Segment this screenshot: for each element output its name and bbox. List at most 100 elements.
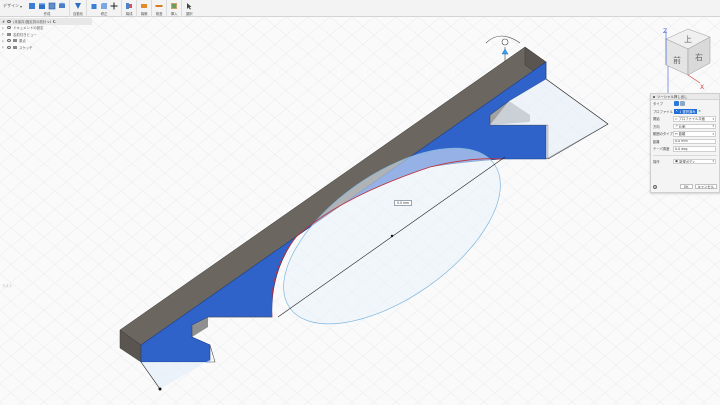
toolbar-group-construct[interactable]: 構築 xyxy=(137,0,153,17)
dialog-divider xyxy=(653,154,717,156)
direction-arrow-icon: ↗ xyxy=(675,124,678,129)
browser-item[interactable]: ▷ スケッチ xyxy=(0,44,92,51)
viewport-side-label: ラスト xyxy=(2,284,13,288)
sketch-icon[interactable] xyxy=(38,2,46,10)
toolbar-group-automate[interactable]: 自動化 xyxy=(70,0,88,17)
x-axis-label: X xyxy=(700,84,704,91)
folder-icon xyxy=(7,32,11,36)
toolbar-group-insert[interactable]: 挿入 xyxy=(167,0,183,17)
toolbar-group-create[interactable]: 作成 xyxy=(25,0,71,17)
viewcube[interactable]: 上 前 右 Z X xyxy=(648,27,718,91)
cancel-button[interactable]: キャンセル xyxy=(694,183,717,190)
dialog-row-direction: 方向 ↗ 片側 ▾ xyxy=(651,123,719,131)
cursor-arrow-icon: ↖ xyxy=(675,109,679,114)
toolbar-group-modify[interactable]: 修正 xyxy=(87,0,123,17)
folder-icon xyxy=(13,39,17,43)
visibility-eye-icon[interactable] xyxy=(7,19,11,23)
selection-chip-text: 1 選択済み xyxy=(679,109,696,114)
help-icon[interactable]: i xyxy=(653,184,657,189)
taper-angle-field[interactable]: 0.0 deg xyxy=(673,146,716,152)
cylinder-icon[interactable] xyxy=(58,2,66,10)
dialog-row-start: 開始 ▱ プロファイル平面 ▾ xyxy=(651,115,719,123)
chevron-down-icon: ▾ xyxy=(712,131,714,136)
field-value: 0.0 mm xyxy=(675,139,688,144)
dialog-row-taper: テーパ角度 0.0 deg xyxy=(651,145,719,153)
assemble-icon[interactable] xyxy=(125,2,133,10)
dialog-row-extent-type: 範囲のタイプ ↔ 距離 ▾ xyxy=(651,130,719,138)
expand-triangle-icon[interactable]: ▷ xyxy=(2,39,5,43)
selection-chip[interactable]: ↖ 1 選択済み xyxy=(674,109,698,114)
extrude-type-icon[interactable] xyxy=(674,101,679,107)
folder-icon xyxy=(13,45,17,49)
dialog-collapse-icon[interactable] xyxy=(653,95,655,98)
viewcube-front-label: 前 xyxy=(673,55,681,65)
3d-viewport[interactable] xyxy=(0,17,720,405)
distance-input[interactable]: 0.0 mm xyxy=(394,200,413,206)
profile-selection[interactable]: ↖ 1 選択済み ✕ xyxy=(673,109,716,115)
type-selector xyxy=(673,101,716,107)
automate-icon[interactable] xyxy=(74,2,82,10)
distance-icon: ↔ xyxy=(675,131,678,136)
workspace-label: デザイン xyxy=(3,3,19,8)
toolbar-group-inspect[interactable]: 検査 xyxy=(152,0,168,17)
expand-triangle-icon[interactable]: ▷ xyxy=(2,26,5,30)
ok-button[interactable]: OK xyxy=(679,183,693,190)
chevron-down-icon: ▾ xyxy=(712,124,714,129)
center-point xyxy=(390,234,394,238)
browser-item-label: ドキュメントの設定 xyxy=(13,26,44,31)
expand-triangle-icon[interactable]: ▷ xyxy=(2,32,5,36)
dialog-row-label: 開始 xyxy=(653,117,660,122)
active-badge-icon: ● xyxy=(53,19,57,23)
browser-item-label: 原点 xyxy=(19,39,26,44)
sketch-point[interactable] xyxy=(158,387,162,391)
dropdown-value: 距離 xyxy=(678,132,686,137)
visibility-eye-icon[interactable] xyxy=(7,45,11,49)
toolbar-group-label: 自動化 xyxy=(73,12,84,16)
clear-selection-icon[interactable]: ✕ xyxy=(698,109,701,113)
viewport-canvas[interactable] xyxy=(0,17,720,405)
dialog-row-label: 距離 xyxy=(653,139,660,144)
select-icon[interactable] xyxy=(185,2,193,10)
dialog-row-label: 範囲のタイプ xyxy=(653,132,673,137)
fillet-icon[interactable] xyxy=(100,2,108,10)
toolbar-group-label: 修正 xyxy=(100,12,108,16)
viewcube-right-label: 右 xyxy=(695,52,703,62)
toolbar-group-label: 選択 xyxy=(185,12,193,16)
dialog-row-operation: 操作 ▣ 新規ボディ ▾ xyxy=(651,158,719,166)
workspace-switcher[interactable]: デザイン ▾ xyxy=(0,0,25,10)
construct-icon[interactable] xyxy=(140,2,148,10)
box-icon[interactable] xyxy=(48,2,56,10)
chevron-down-icon: ▾ xyxy=(712,159,714,164)
browser-panel: ◢ (未保存)固定具の設計 v1 ● ▷ ドキュメントの設定 ▷ 名前付きビュー… xyxy=(0,18,92,68)
move-icon[interactable] xyxy=(110,2,118,10)
new-component-icon[interactable] xyxy=(28,2,36,10)
toolbar-group-select[interactable]: 選択 xyxy=(182,0,196,17)
thin-extrude-type-icon[interactable] xyxy=(680,101,685,107)
field-value: 0.0 deg xyxy=(675,146,688,151)
operation-dropdown[interactable]: ▣ 新規ボディ ▾ xyxy=(673,158,716,164)
x-axis-indicator xyxy=(687,74,701,84)
press-pull-icon[interactable] xyxy=(90,2,98,10)
new-body-icon: ▣ xyxy=(675,159,679,164)
insert-icon[interactable] xyxy=(170,2,178,10)
collapse-triangle-icon[interactable]: ◢ xyxy=(2,19,5,23)
direction-dropdown[interactable]: ↗ 片側 ▾ xyxy=(673,123,716,129)
extent-type-dropdown[interactable]: ↔ 距離 ▾ xyxy=(673,131,716,137)
plane-icon: ▱ xyxy=(675,116,678,121)
toolbar-group-assemble[interactable]: 構成 xyxy=(122,0,138,17)
dropdown-value: 新規ボディ xyxy=(679,159,696,164)
dialog-row-label: タイプ xyxy=(653,102,663,107)
inspect-icon[interactable] xyxy=(155,2,163,10)
chevron-down-icon: ▾ xyxy=(712,116,714,121)
chevron-down-icon: ▾ xyxy=(20,3,23,9)
expand-triangle-icon[interactable]: ▷ xyxy=(2,45,5,49)
dialog-row-type: タイプ xyxy=(651,100,719,108)
dialog-row-label: 方向 xyxy=(653,124,660,129)
visibility-eye-icon[interactable] xyxy=(7,39,11,43)
dialog-title: ソーシャル押し出し xyxy=(657,95,688,99)
start-dropdown[interactable]: ▱ プロファイル平面 ▾ xyxy=(673,116,716,122)
visibility-eye-icon[interactable] xyxy=(7,26,11,30)
dialog-row-profile: プロファイル ↖ 1 選択済み ✕ xyxy=(651,108,719,116)
dropdown-value: 片側 xyxy=(678,124,686,129)
distance-field[interactable]: 0.0 mm xyxy=(673,138,716,144)
